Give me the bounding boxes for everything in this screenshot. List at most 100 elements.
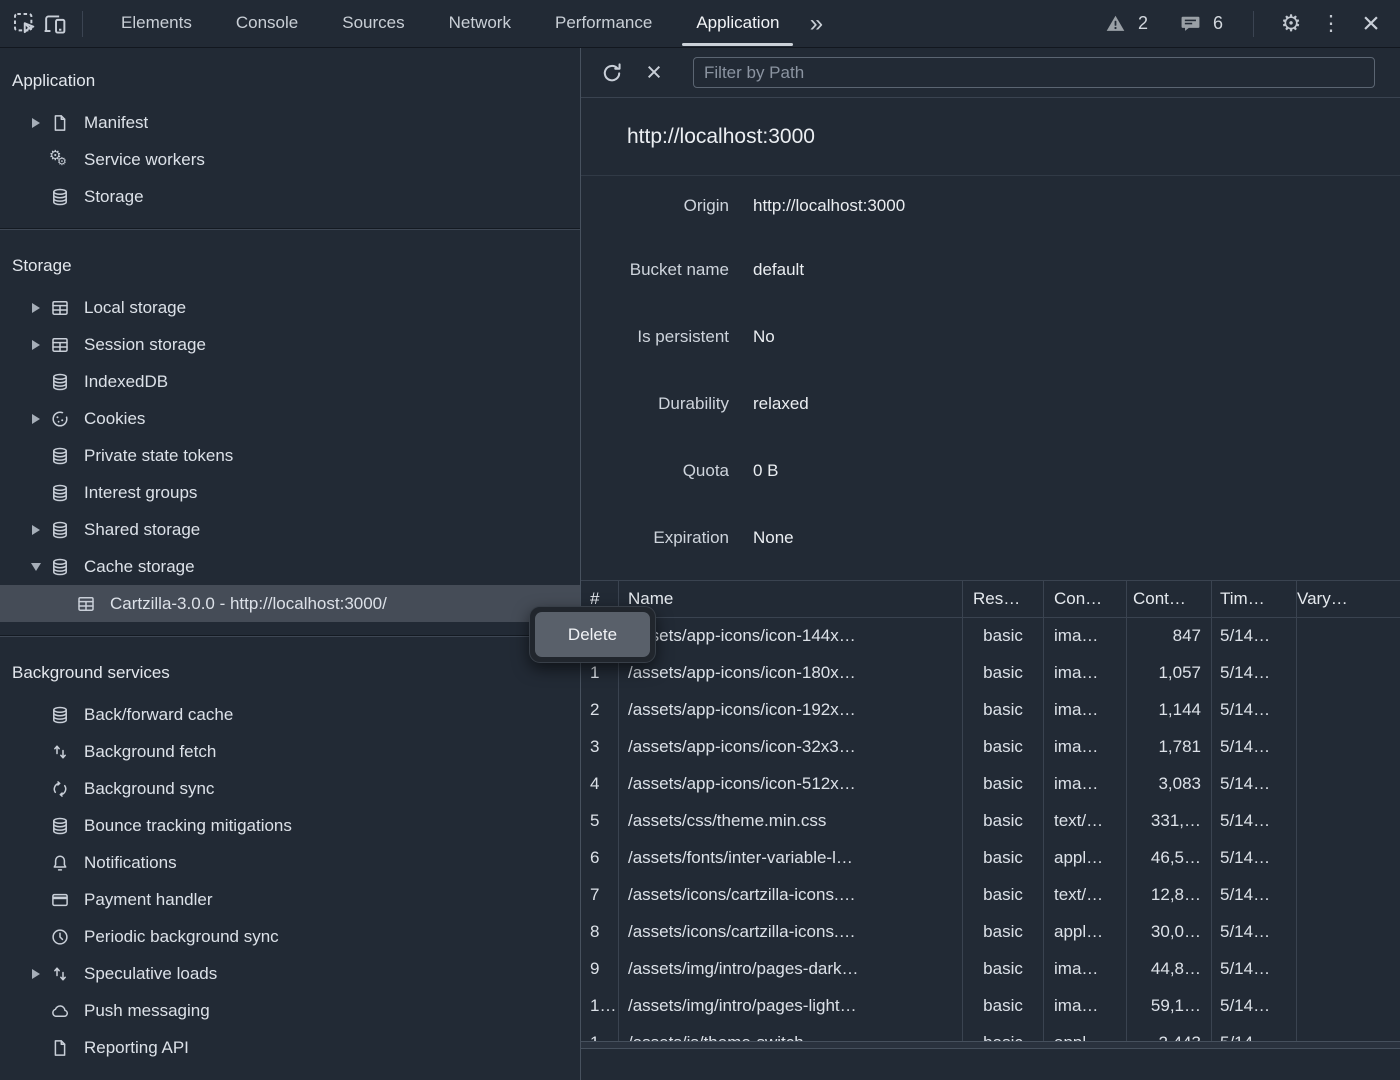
tab-console[interactable]: Console [214, 0, 320, 48]
column-header-name[interactable]: Name [619, 581, 963, 617]
sidebar-item-cookies[interactable]: Cookies [0, 400, 580, 437]
cell-vary [1297, 1025, 1400, 1041]
tab-application[interactable]: Application [674, 0, 801, 48]
table-row[interactable]: 6/assets/fonts/inter-variable-l…basicapp… [581, 840, 1400, 877]
sidebar-item-bounce-tracking-mitigations[interactable]: Bounce tracking mitigations [0, 807, 580, 844]
cell-content-length: 1,781 [1127, 729, 1212, 766]
refresh-button[interactable] [597, 58, 627, 88]
column-header-vary[interactable]: Vary… [1297, 581, 1400, 617]
sidebar-item-local-storage[interactable]: Local storage [0, 289, 580, 326]
device-toolbar-icon[interactable] [40, 9, 70, 39]
close-devtools-button[interactable] [1356, 9, 1386, 39]
horizontal-scrollbar[interactable] [581, 1041, 1400, 1049]
cell-time-cached: 5/14… [1212, 951, 1297, 988]
table-row[interactable]: 5/assets/css/theme.min.cssbasictext/…331… [581, 803, 1400, 840]
sidebar-item-indexeddb[interactable]: IndexedDB [0, 363, 580, 400]
tab-performance[interactable]: Performance [533, 0, 674, 48]
table-row[interactable]: 2/assets/app-icons/icon-192x…basicima…1,… [581, 692, 1400, 729]
filter-by-path-input[interactable] [693, 57, 1375, 88]
table-row[interactable]: 0/assets/app-icons/icon-144x…basicima…84… [581, 618, 1400, 655]
settings-button[interactable] [1276, 9, 1306, 39]
clear-filter-button[interactable] [639, 58, 669, 88]
sidebar-item-payment-handler[interactable]: Payment handler [0, 881, 580, 918]
column-header-response-type[interactable]: Res… [963, 581, 1044, 617]
cell-content-type: text/… [1044, 877, 1127, 914]
inspect-element-icon[interactable] [10, 9, 40, 39]
table-row[interactable]: 8/assets/icons/cartzilla-icons.…basicapp… [581, 914, 1400, 951]
table-row[interactable]: 9/assets/img/intro/pages-dark…basicima…4… [581, 951, 1400, 988]
cell-response-type: basic [963, 877, 1044, 914]
sidebar-item-back-forward-cache[interactable]: Back/forward cache [0, 696, 580, 733]
expander-right-icon[interactable] [26, 409, 46, 429]
cache-entries-table[interactable]: #NameRes…Con…Cont…Tim…Vary… 0/assets/app… [581, 580, 1400, 1041]
sidebar-item-notifications[interactable]: Notifications [0, 844, 580, 881]
detail-value: 0 B [753, 461, 779, 481]
expander-right-icon[interactable] [26, 520, 46, 540]
cell-num: 4 [581, 766, 619, 803]
messages-indicator[interactable]: 6 [1166, 9, 1223, 39]
sidebar-item-session-storage[interactable]: Session storage [0, 326, 580, 363]
cell-num: 9 [581, 951, 619, 988]
tab-network[interactable]: Network [427, 0, 533, 48]
table-row[interactable]: 3/assets/app-icons/icon-32x3…basicima…1,… [581, 729, 1400, 766]
document-icon [48, 111, 72, 135]
sidebar-item-push-messaging[interactable]: Push messaging [0, 992, 580, 1029]
column-header-time-cached[interactable]: Tim… [1212, 581, 1297, 617]
sidebar-item-speculative-loads[interactable]: Speculative loads [0, 955, 580, 992]
sidebar-item-background-fetch[interactable]: Background fetch [0, 733, 580, 770]
sidebar-item-interest-groups[interactable]: Interest groups [0, 474, 580, 511]
cell-vary [1297, 766, 1400, 803]
section-title-application: Application [0, 62, 580, 100]
menu-button[interactable] [1316, 9, 1346, 39]
expander-right-icon[interactable] [26, 113, 46, 133]
cell-name: /assets/js/theme-switch… [619, 1025, 963, 1041]
expander-spacer [26, 927, 46, 947]
tab-strip: ElementsConsoleSourcesNetworkPerformance… [99, 0, 801, 48]
sidebar-item-service-workers[interactable]: ⚙⚙Service workers [0, 141, 580, 178]
sidebar-item-storage[interactable]: Storage [0, 178, 580, 215]
table-row[interactable]: 1/assets/app-icons/icon-180x…basicima…1,… [581, 655, 1400, 692]
section-title-storage: Storage [0, 247, 580, 285]
more-tabs-icon[interactable] [801, 9, 831, 39]
detail-row-quota: Quota0 B [581, 437, 1400, 504]
warnings-indicator[interactable]: 2 [1091, 9, 1148, 39]
tab-elements[interactable]: Elements [99, 0, 214, 48]
sidebar-item-label: Notifications [84, 853, 177, 873]
cell-vary [1297, 729, 1400, 766]
sidebar-item-background-sync[interactable]: Background sync [0, 770, 580, 807]
devtools-toolbar: ElementsConsoleSourcesNetworkPerformance… [0, 0, 1400, 48]
cell-response-type: basic [963, 951, 1044, 988]
context-menu-item-delete[interactable]: Delete [535, 612, 650, 657]
column-header-content-length[interactable]: Cont… [1127, 581, 1212, 617]
detail-row-expiration: ExpirationNone [581, 504, 1400, 571]
cell-response-type: basic [963, 803, 1044, 840]
sidebar-item-cache-storage[interactable]: Cache storage [0, 548, 580, 585]
table-row[interactable]: 1…/assets/js/theme-switch…basicappl…2,44… [581, 1025, 1400, 1041]
tab-sources[interactable]: Sources [320, 0, 426, 48]
sidebar-item-cartzilla-3-0-0-http-localhost-3000[interactable]: Cartzilla-3.0.0 - http://localhost:3000/ [0, 585, 580, 622]
expander-down-icon[interactable] [26, 557, 46, 577]
section-background-services: Background servicesBack/forward cacheBac… [0, 654, 580, 1066]
expander-right-icon[interactable] [26, 335, 46, 355]
section-application: Application Manifest⚙⚙Service workersStor… [0, 62, 580, 215]
sidebar-item-reporting-api[interactable]: Reporting API [0, 1029, 580, 1066]
column-header-content-type[interactable]: Con… [1044, 581, 1127, 617]
cell-vary [1297, 877, 1400, 914]
cell-response-type: basic [963, 988, 1044, 1025]
sidebar-item-periodic-background-sync[interactable]: Periodic background sync [0, 918, 580, 955]
table-row[interactable]: 1…/assets/img/intro/pages-light…basicima… [581, 988, 1400, 1025]
service-workers-icon: ⚙⚙ [48, 148, 72, 172]
table-row[interactable]: 7/assets/icons/cartzilla-icons.…basictex… [581, 877, 1400, 914]
sidebar-item-shared-storage[interactable]: Shared storage [0, 511, 580, 548]
cell-name: /assets/app-icons/icon-180x… [619, 655, 963, 692]
cell-content-type: text/… [1044, 803, 1127, 840]
expander-right-icon[interactable] [26, 298, 46, 318]
table-row[interactable]: 4/assets/app-icons/icon-512x…basicima…3,… [581, 766, 1400, 803]
sidebar-item-private-state-tokens[interactable]: Private state tokens [0, 437, 580, 474]
sidebar-item-label: Bounce tracking mitigations [84, 816, 292, 836]
sidebar-item-manifest[interactable]: Manifest [0, 104, 580, 141]
detail-row-bucket-name: Bucket namedefault [581, 236, 1400, 303]
expander-right-icon[interactable] [26, 964, 46, 984]
cell-time-cached: 5/14… [1212, 1025, 1297, 1041]
cell-time-cached: 5/14… [1212, 618, 1297, 655]
